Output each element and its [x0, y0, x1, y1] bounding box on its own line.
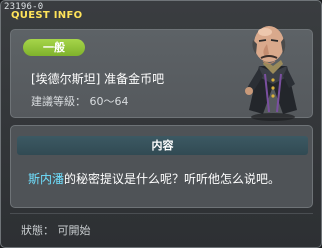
content-header: 内容: [17, 136, 308, 155]
content-text: 斯内潘的秘密提议是什么呢？听听他怎么说吧。: [28, 170, 280, 187]
window-title: QUEST INFO: [11, 10, 83, 21]
content-text-rest: 的秘密提议是什么呢？听听他怎么说吧。: [64, 172, 281, 186]
status-separator: ：: [43, 224, 54, 237]
recommended-level: 建議等級： 60～64: [31, 93, 129, 109]
quest-info-window: 23196-0 QUEST INFO 一般 [埃德尔斯坦] 准备金币吧 建議等級…: [0, 0, 322, 248]
category-badge: 一般: [23, 39, 85, 56]
npc-name: 斯内潘: [28, 172, 65, 186]
quest-status: 狀態： 可開始: [21, 222, 91, 238]
status-label: 狀態: [21, 224, 43, 237]
content-panel: 内容 斯内潘的秘密提议是什么呢？听听他怎么说吧。: [10, 125, 313, 208]
npc-portrait-icon: [245, 26, 297, 121]
level-range: 60～64: [89, 95, 129, 108]
status-value: 可開始: [57, 224, 91, 237]
divider: [10, 213, 313, 214]
level-label: 建議等級: [31, 95, 75, 108]
level-separator: ：: [75, 95, 86, 108]
quest-name: [埃德尔斯坦] 准备金币吧: [31, 72, 165, 86]
